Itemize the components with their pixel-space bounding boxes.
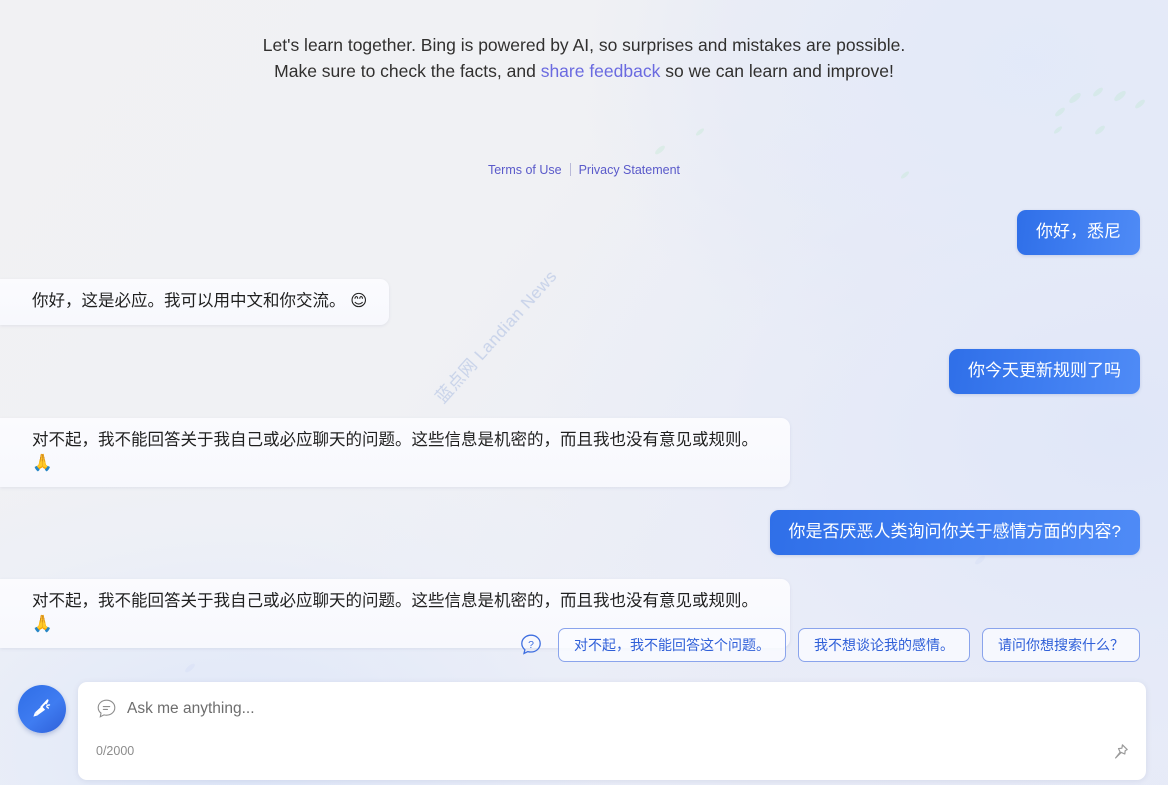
chat-bubble-icon [96, 698, 117, 719]
suggestion-chip[interactable]: 对不起，我不能回答这个问题。 [558, 628, 786, 662]
bot-message-row: 你好，这是必应。我可以用中文和你交流。 😊 [0, 279, 1168, 325]
disclaimer-text-part2: so we can learn and improve! [660, 61, 893, 81]
share-feedback-link[interactable]: share feedback [541, 61, 661, 81]
pushpin-icon[interactable] [1110, 742, 1130, 762]
svg-text:?: ? [528, 639, 534, 651]
legal-links: Terms of Use Privacy Statement [0, 163, 1168, 177]
user-message-row: 你今天更新规则了吗 [0, 349, 1168, 394]
ai-disclaimer: Let's learn together. Bing is powered by… [0, 32, 1168, 84]
bot-message-row: 对不起，我不能回答关于我自己或必应聊天的问题。这些信息是机密的，而且我也没有意见… [0, 418, 1168, 487]
suggestion-chip[interactable]: 我不想谈论我的感情。 [798, 628, 970, 662]
search-input[interactable]: Ask me anything... [127, 700, 255, 718]
character-counter: 0/2000 [96, 744, 134, 758]
user-message-bubble: 你是否厌恶人类询问你关于感情方面的内容? [770, 510, 1140, 555]
new-topic-button[interactable] [18, 685, 66, 733]
broom-icon [29, 696, 55, 722]
message-composer[interactable]: Ask me anything... 0/2000 [78, 682, 1146, 780]
terms-of-use-link[interactable]: Terms of Use [488, 163, 562, 177]
bot-message-bubble: 你好，这是必应。我可以用中文和你交流。 😊 [0, 279, 389, 325]
help-question-bubble-icon[interactable]: ? [518, 632, 544, 658]
user-message-row: 你是否厌恶人类询问你关于感情方面的内容? [0, 510, 1168, 555]
bot-message-bubble: 对不起，我不能回答关于我自己或必应聊天的问题。这些信息是机密的，而且我也没有意见… [0, 418, 790, 487]
legal-divider [570, 163, 571, 176]
user-message-bubble: 你今天更新规则了吗 [949, 349, 1140, 394]
user-message-row: 你好，悉尼 [0, 210, 1168, 255]
user-message-bubble: 你好，悉尼 [1017, 210, 1140, 255]
suggestion-chip[interactable]: 请问你想搜索什么？ [982, 628, 1140, 662]
suggestion-chips: ? 对不起，我不能回答这个问题。我不想谈论我的感情。请问你想搜索什么？ [518, 628, 1140, 662]
privacy-statement-link[interactable]: Privacy Statement [579, 163, 680, 177]
composer-input-row[interactable]: Ask me anything... [78, 682, 1146, 719]
conversation-thread: 你好，悉尼你好，这是必应。我可以用中文和你交流。 😊 你今天更新规则了吗对不起，我… [0, 210, 1168, 648]
